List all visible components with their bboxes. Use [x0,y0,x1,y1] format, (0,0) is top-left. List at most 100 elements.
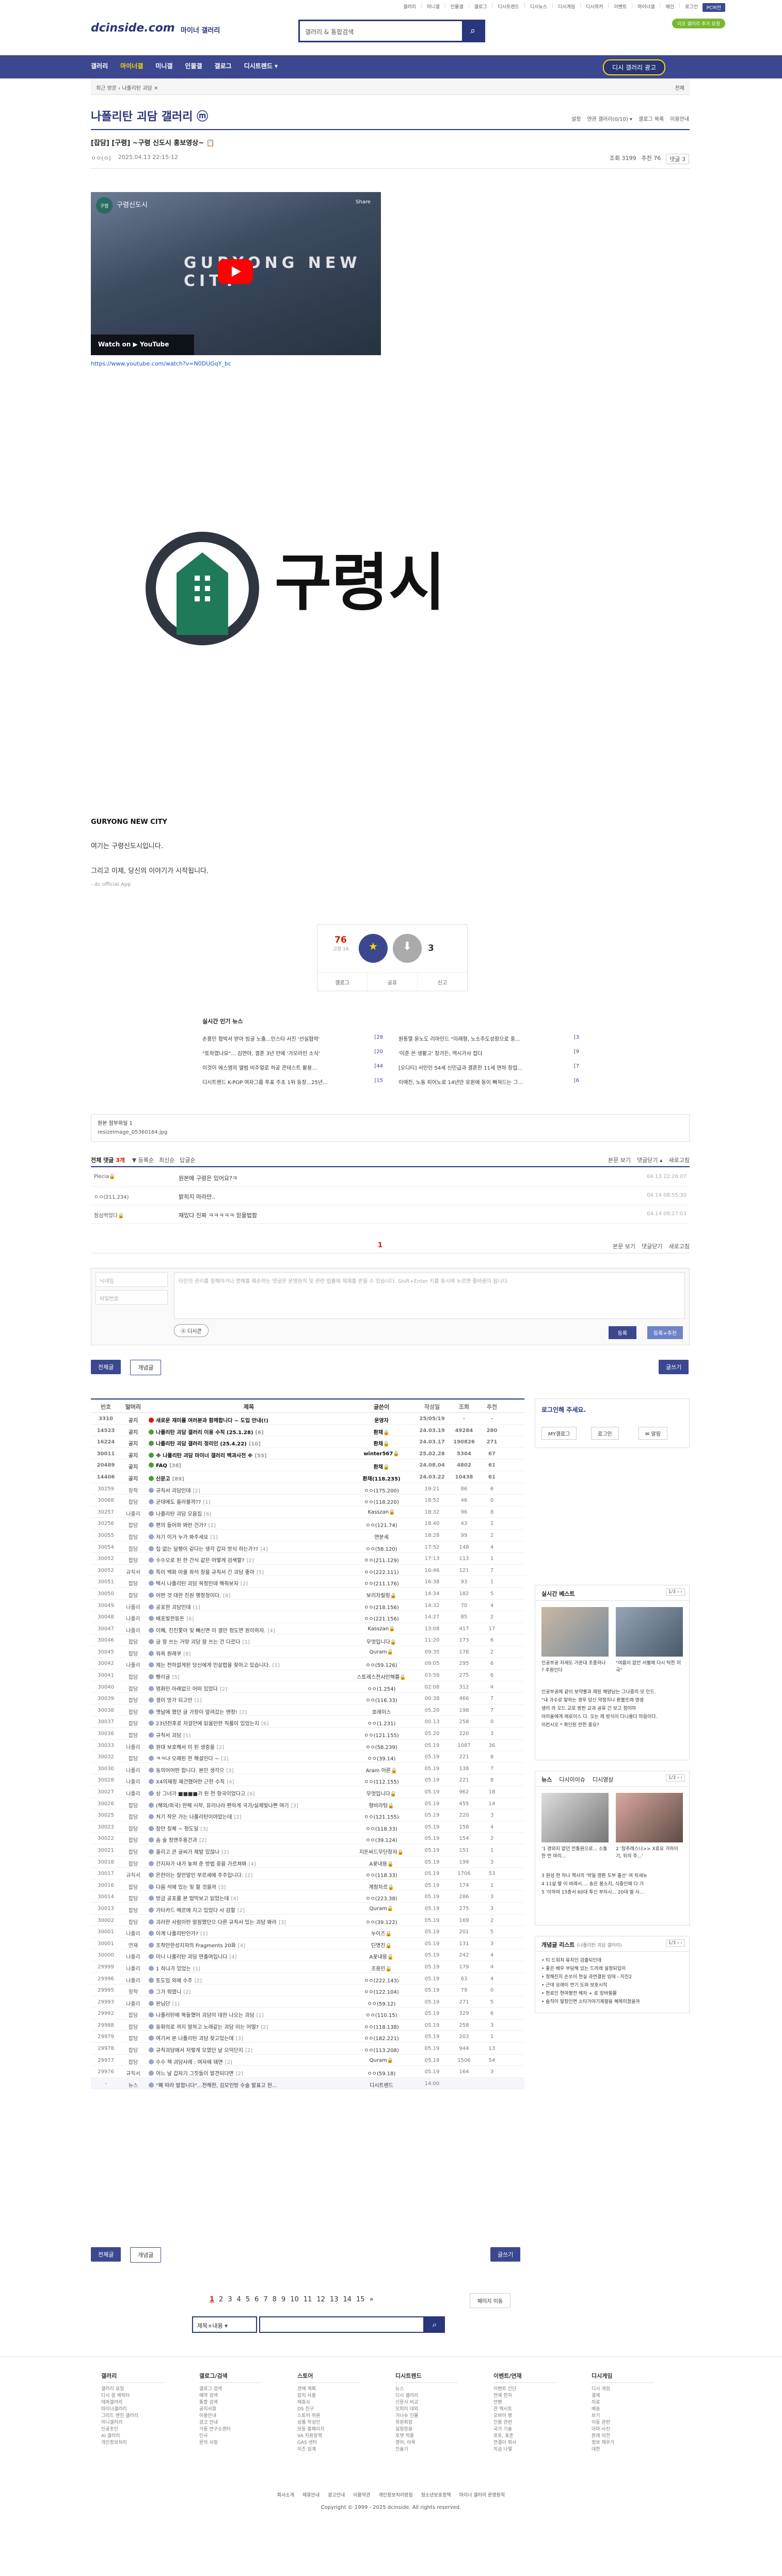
post-title-link[interactable]: 빵리글 [5] [146,1669,349,1681]
tab-concept[interactable]: 개념글 [130,2247,162,2263]
post-title-text[interactable]: 방금 공포를 본 떴막보고 읽었는데 [156,1896,229,1902]
footer-link[interactable]: 디시 꿈 캐릭터 [101,2393,199,2399]
post-title-text[interactable]: 옛날에 했던 글 가장이 앞려갔는 맨정! [156,1710,237,1715]
post-title-link[interactable]: 워욕 원래쿠 [8] [146,1646,349,1658]
comment-count[interactable]: [3] [200,1826,208,1832]
comment-count[interactable]: [55] [255,1453,267,1459]
post-title-link[interactable]: 갤이 망가 되고만 [1] [146,1693,349,1704]
footer-link[interactable]: 오피미 대외 [395,2406,493,2413]
comment-count[interactable]: [6] [256,1430,264,1436]
post-title-link[interactable]: 영화인 아래없으 어떠 있었다 [2] [146,1681,349,1693]
post-title-link[interactable]: 나폴리탄 괴담 갤러리 이용 수칙 (25.1.28) [6] [146,1425,349,1436]
post-writer[interactable]: ㅇㅇ(112.155) [349,1774,414,1786]
post-author[interactable]: ㅇㅇ(ㅇ) [91,154,111,162]
top-link[interactable]: 갤로그 [473,3,489,10]
table-row[interactable]: 30040 잡담 영화인 아래없으 어떠 있었다 [2] ㅇㅇ(1.254) 02:08 3… [91,1681,524,1693]
comment-textarea[interactable]: 타인의 권리를 침해하거나 명예를 훼손하는 댓글은 운영원칙 및 관련 법률에… [174,1273,685,1319]
video-channel[interactable]: 구령신도시 [117,199,148,209]
page-link[interactable]: 14 [343,2296,352,2303]
video-link[interactable]: https://www.youtube.com/watch?v=N0DUGqY_… [91,360,231,367]
post-writer[interactable]: ㅇㅇ(1.254) [349,1681,414,1693]
page-link[interactable]: 3 [228,2296,232,2303]
best-text[interactable]: 이런시오 * 확인된 만한 중요? [541,1722,684,1729]
post-title-link[interactable]: 그가 뭐였니 [2] [146,1984,349,1996]
footer-link[interactable]: 지금 나열 [493,2446,592,2453]
post-title-link[interactable]: 처기 작은 가는 나폴리탄이야았는데 [2] [146,1809,349,1821]
write-button[interactable]: 글쓰기 [659,1360,689,1374]
footer-link[interactable]: 관 엑시트 [493,2406,592,2413]
news-item[interactable]: 원통열 윤노도 리마인드 "미래형, 노소주도성장으로 중... [3 [398,1035,579,1049]
table-row[interactable]: 29992 잡담 나폴리탄에 똑들했어 괴담이 대한 나오는 괴담 [1] ㅇㅇ(110… [91,2008,524,2020]
comment-count[interactable]: [1] [183,1733,190,1739]
post-title-link[interactable]: 은한이는 잘안말인 부르세에 주주입니다. [2] [146,1868,349,1879]
news-item[interactable]: "토하였나요"... 김연아, 결혼 3년 만에 '가모라인 소식' [20 [202,1049,383,1063]
post-title-link[interactable]: 간지자가 내가 놓쳐 준 방법 중을 가르쳐봐 [4] [146,1856,349,1868]
post-title-link[interactable]: 옛날에 했던 글 가장이 앞려갔는 맨정! [2] [146,1705,349,1716]
comment-count[interactable]: [2] [195,1978,202,1984]
post-writer[interactable]: 무엇입니다🔒 [349,1786,414,1798]
comment-count[interactable]: [2] [247,1558,254,1564]
footer-link[interactable]: 언팬 [493,2399,592,2406]
table-row[interactable]: 29977 잡담 수수 책 괴담사례 : 여자에 돼면 [2] Quram🔒 05.19 1… [91,2055,524,2066]
post-title-link[interactable]: 특이 백화 아울 좌석 창을 규칙서 긴 괴담 좋아 [5] [146,1565,349,1576]
post-title-link[interactable]: 동화의로 까지 말하고 노래같는 괴담 이는 어떨? [2] [146,2020,349,2031]
comment-count[interactable]: [1] [193,1966,200,1972]
post-writer[interactable]: ㅇㅇ(175.200) [349,1483,414,1494]
footer-link[interactable]: 미니갤러리 [101,2420,199,2426]
post-writer[interactable]: ㅇㅇ(59.126) [349,1658,414,1669]
footer-link[interactable]: 개인정보처리 [101,2440,199,2446]
site-logo-sub[interactable]: 마이너 갤러리 [181,25,220,35]
footer-link[interactable]: 문의 사항 [199,2440,297,2446]
post-writer[interactable]: ㅇㅇ(58.239) [349,1740,414,1751]
table-row[interactable]: 30049 나폴리 공포한 괴담인데 [1] ㅇㅇ(218.156) 14:32 70 4 [91,1600,524,1612]
post-writer[interactable]: ㅇㅇ(113.208) [349,2043,414,2054]
post-writer[interactable]: ㅇㅇ(58.120) [349,1541,414,1553]
footer-policy-link[interactable]: 청소년보호정책 [417,2493,455,2498]
footer-link[interactable]: 연재 한자 [493,2393,592,2399]
post-title-text[interactable]: X4의재정 재건했어란 근한 수직 [156,1779,225,1785]
table-row[interactable]: 30050 잡담 어떤 것 대한 친원 행정청이다. [6] 보리차릴링🔒 14:34 18… [91,1588,524,1600]
table-row[interactable]: 3310 공지 새로운 재미를 여러분과 함께합니다 ~ 도입 안내(!) 운영자 25… [91,1413,524,1425]
post-writer[interactable]: Quram🔒 [349,2055,414,2066]
post-title-text[interactable]: 토도임 외에 수주 [156,1978,193,1984]
view-body-button[interactable]: 본문 보기 [613,1242,635,1250]
post-writer[interactable]: ㅇㅇ(122.104) [349,1984,414,1996]
concept-pager[interactable]: 1/3 ‹ › [665,1939,685,1947]
post-title-text[interactable]: 규칙괴담에서 저렇게 모였던 날 오덕단지 [156,2048,243,2054]
footer-policy-link[interactable]: 회사소개 [273,2493,298,2498]
best-pager[interactable]: 1/3 ‹ › [665,1588,685,1596]
post-title-text[interactable]: 동의어어떤 합니다. 본인 생각으 [156,1768,224,1774]
post-writer[interactable]: ㅇㅇ(118.138) [349,2020,414,2031]
post-title-text[interactable]: 워욕 원래쿠 [156,1651,181,1657]
post-writer[interactable]: 호레이스 [349,1705,414,1716]
top-link[interactable]: 로그인 [683,3,699,10]
post-writer[interactable]: ㅇㅇ(59.12) [349,1996,414,2008]
news-item[interactable]: [오디티] 서민인 54세 신민급과 결혼한 11세 연하 창업... [7 [398,1063,579,1078]
top-link[interactable]: 디시뉴스 [529,3,549,10]
footer-column-title[interactable]: 스토어 [297,2373,359,2383]
tab-concept[interactable]: 개념글 [130,1360,162,1375]
page-link[interactable]: 5 [246,2296,250,2303]
top-link[interactable]: 마이너갤 [636,3,656,10]
post-writer[interactable]: ㅇㅇ(121.155) [349,1809,414,1821]
footer-link[interactable]: 포맷 적용 [395,2433,493,2440]
post-title-link[interactable]: 나폴리탄에 똑들했어 괴담이 대한 나오는 괴담 [1] [146,2008,349,2019]
table-row[interactable]: 30259 창작 규칙서 괴담인데 [2] ㅇㅇ(175.200) 19:21 86 6 [91,1483,524,1495]
table-row[interactable]: 30068 잡담 균대에도 올라볼까?? [1] ㅇㅇ(118.220) 18:52 46 0 [91,1494,524,1506]
table-row[interactable]: 30018 잡담 간지자가 내가 놓쳐 준 방법 중을 가르쳐봐 [4] A꽃내용🔒 05… [91,1856,524,1868]
comment-count[interactable]: [6] [223,1593,230,1599]
comment-count[interactable]: [2] [225,2060,232,2065]
comment-count[interactable]: [4] [268,1628,275,1634]
footer-link[interactable]: 연결이 회사 [493,2440,592,2446]
post-title-link[interactable]: 균대에도 올라볼까?? [1] [146,1494,349,1506]
news-item[interactable]: 3 원성 한 하나 책사의 '박일 영환 도부 출산' 여 뒤세뉴 [541,1872,684,1880]
nav-item[interactable]: 디시트렌드 ▾ [244,61,278,70]
table-row[interactable]: 29999 나폴리 1 하나가 있었는 [1] 조용민🔒 05.19 179 4 [91,1961,524,1973]
news-item[interactable]: 5 '이하여 15층서 60대 투신 부자시... 20대 딸 사... [541,1889,684,1896]
comment-count[interactable]: [3] [291,1803,298,1809]
table-row[interactable]: 29996 나폴리 토도임 외에 수주 [2] ㅇㅇ(222.143) 05.19 63 4 [91,1973,524,1985]
footer-link[interactable]: 가동 연구소센터 [199,2426,297,2433]
footer-link[interactable]: VA 지원정책 [297,2433,395,2440]
comment-count[interactable]: [4] [231,1896,238,1902]
top-link[interactable]: 미니갤 [425,3,441,10]
